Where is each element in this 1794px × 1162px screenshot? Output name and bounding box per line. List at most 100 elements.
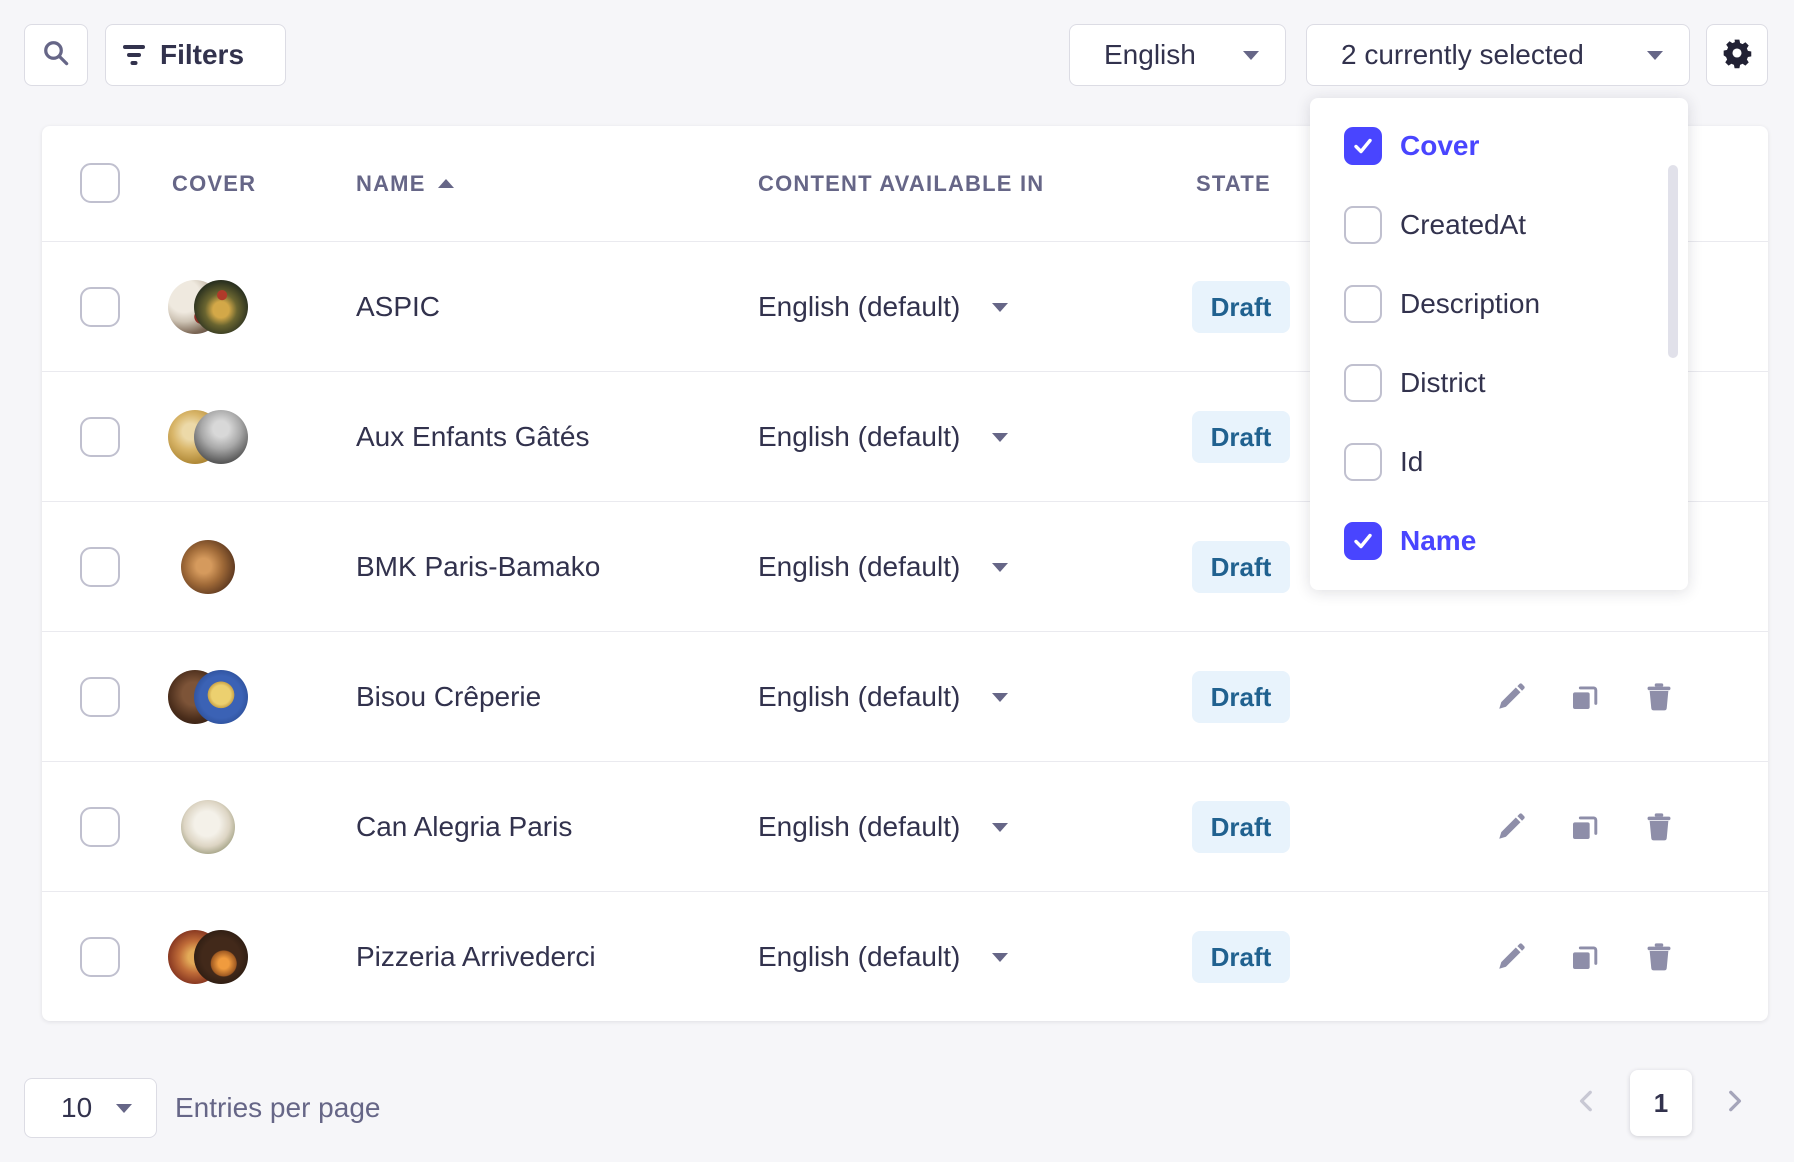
duplicate-button[interactable] — [1568, 680, 1602, 714]
row-locale-value: English (default) — [758, 551, 960, 583]
row-checkbox[interactable] — [80, 287, 120, 327]
page-size-select[interactable]: 10 — [24, 1078, 157, 1138]
row-locale-dropdown[interactable]: English (default) — [758, 632, 1008, 762]
row-checkbox[interactable] — [80, 547, 120, 587]
checkbox — [1344, 285, 1382, 323]
chevron-down-icon — [992, 303, 1008, 312]
cover-thumbnails — [168, 540, 248, 594]
locale-select[interactable]: English — [1069, 24, 1286, 86]
chevron-down-icon — [992, 953, 1008, 962]
row-checkbox[interactable] — [80, 417, 120, 457]
row-checkbox[interactable] — [80, 677, 120, 717]
column-toggle-option[interactable]: Description — [1310, 264, 1688, 343]
trash-icon — [1643, 681, 1675, 713]
column-settings-value: 2 currently selected — [1341, 39, 1584, 71]
status-badge: Draft — [1192, 541, 1290, 593]
column-settings-dropdown: Cover CreatedAt Description District — [1310, 98, 1688, 590]
column-toggle-option[interactable]: Cover — [1310, 106, 1688, 185]
table-row: Can Alegria Paris English (default) Draf… — [42, 761, 1768, 891]
duplicate-button[interactable] — [1568, 940, 1602, 974]
row-locale-value: English (default) — [758, 941, 960, 973]
trash-icon — [1643, 811, 1675, 843]
cover-thumbnails — [168, 280, 248, 334]
next-page-button[interactable] — [1720, 1089, 1748, 1117]
filter-icon — [122, 45, 146, 65]
row-locale-value: English (default) — [758, 291, 960, 323]
column-toggle-option[interactable]: Name — [1310, 501, 1688, 580]
entry-name: Bisou Crêperie — [356, 632, 541, 762]
status-badge: Draft — [1192, 281, 1290, 333]
edit-button[interactable] — [1494, 680, 1528, 714]
duplicate-button[interactable] — [1568, 810, 1602, 844]
table-row: Pizzeria Arrivederci English (default) D… — [42, 891, 1768, 1021]
entry-name: ASPIC — [356, 242, 440, 372]
column-toggle-label: CreatedAt — [1400, 209, 1526, 241]
row-locale-dropdown[interactable]: English (default) — [758, 242, 1008, 372]
row-locale-dropdown[interactable]: English (default) — [758, 892, 1008, 1022]
trash-icon — [1643, 941, 1675, 973]
delete-button[interactable] — [1642, 680, 1676, 714]
column-header-state: STATE — [1196, 126, 1271, 241]
row-locale-dropdown[interactable]: English (default) — [758, 762, 1008, 892]
status-badge: Draft — [1192, 801, 1290, 853]
row-actions — [1494, 762, 1676, 892]
row-checkbox[interactable] — [80, 807, 120, 847]
page-size-value: 10 — [61, 1092, 92, 1124]
filters-button[interactable]: Filters — [105, 24, 286, 86]
cover-photo — [194, 930, 248, 984]
column-toggle-option[interactable]: CreatedAt — [1310, 185, 1688, 264]
row-locale-value: English (default) — [758, 421, 960, 453]
search-button[interactable] — [24, 24, 88, 86]
status-badge: Draft — [1192, 671, 1290, 723]
checkmark-icon — [1351, 529, 1375, 553]
checkbox — [1344, 127, 1382, 165]
row-locale-value: English (default) — [758, 811, 960, 843]
column-settings-select[interactable]: 2 currently selected — [1306, 24, 1690, 86]
chevron-left-icon — [1574, 1088, 1600, 1119]
column-header-name[interactable]: NAME — [356, 126, 454, 241]
column-toggle-option[interactable]: District — [1310, 343, 1688, 422]
delete-button[interactable] — [1642, 940, 1676, 974]
chevron-down-icon — [992, 433, 1008, 442]
pencil-icon — [1495, 811, 1527, 843]
chevron-down-icon — [116, 1104, 132, 1113]
edit-button[interactable] — [1494, 810, 1528, 844]
table-row: Bisou Crêperie English (default) Draft — [42, 631, 1768, 761]
gear-icon — [1721, 37, 1753, 74]
checkbox — [1344, 364, 1382, 402]
chevron-down-icon — [1243, 51, 1259, 60]
edit-button[interactable] — [1494, 940, 1528, 974]
dropdown-scrollbar[interactable] — [1668, 165, 1678, 358]
column-toggle-label: Description — [1400, 288, 1540, 320]
entry-name: Pizzeria Arrivederci — [356, 892, 596, 1022]
column-toggle-option[interactable]: Id — [1310, 422, 1688, 501]
cover-photo — [194, 410, 248, 464]
cover-photo — [194, 280, 248, 334]
chevron-down-icon — [992, 563, 1008, 572]
row-locale-dropdown[interactable]: English (default) — [758, 502, 1008, 632]
delete-button[interactable] — [1642, 810, 1676, 844]
select-all-checkbox[interactable] — [80, 163, 120, 203]
previous-page-button[interactable] — [1573, 1089, 1601, 1117]
checkmark-icon — [1351, 134, 1375, 158]
entries-per-page-label: Entries per page — [175, 1078, 380, 1138]
copy-icon — [1569, 681, 1601, 713]
filters-button-label: Filters — [160, 39, 244, 71]
column-toggle-label: District — [1400, 367, 1486, 399]
row-checkbox[interactable] — [80, 937, 120, 977]
search-icon — [41, 38, 71, 73]
pencil-icon — [1495, 681, 1527, 713]
row-locale-dropdown[interactable]: English (default) — [758, 372, 1008, 502]
chevron-down-icon — [992, 693, 1008, 702]
cover-thumbnails — [168, 800, 248, 854]
locale-select-value: English — [1104, 39, 1196, 71]
cover-thumbnails — [168, 410, 248, 464]
pencil-icon — [1495, 941, 1527, 973]
chevron-right-icon — [1721, 1088, 1747, 1119]
row-actions — [1494, 632, 1676, 762]
settings-button[interactable] — [1706, 24, 1768, 86]
row-locale-value: English (default) — [758, 681, 960, 713]
entry-name: BMK Paris-Bamako — [356, 502, 600, 632]
chevron-down-icon — [1647, 51, 1663, 60]
page-1-button[interactable]: 1 — [1630, 1070, 1692, 1136]
